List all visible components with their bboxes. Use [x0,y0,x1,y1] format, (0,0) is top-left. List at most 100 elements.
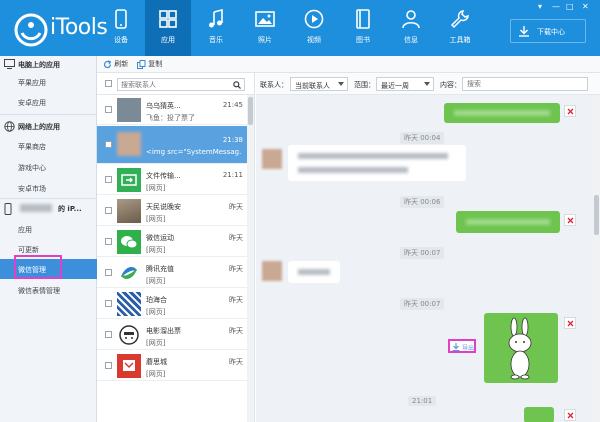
sidebar-item-wechat-stickers[interactable]: 微信表情管理 [0,280,97,300]
phone-icon [115,9,127,29]
window-close-button[interactable]: ✕ [582,2,589,11]
sidebar-item-apple-store[interactable]: 苹果商店 [0,136,97,156]
contact-row[interactable]: 文件传输... 21:11 [网页] [97,165,247,195]
rabbit-sticker-image [508,317,532,380]
contact-name: 乌乌猜英... [146,102,181,110]
outgoing-message-bubble [444,103,560,123]
copy-button[interactable]: 复制 [137,59,162,69]
contact-name: 天民说晚安 [146,203,181,211]
search-icon [233,81,241,89]
tab-device[interactable]: 设备 [98,0,144,56]
contact-time: 21:38 [222,136,243,144]
sidebar-item-android-apps[interactable]: 安卓应用 [0,92,97,112]
chevron-down-icon [338,82,344,86]
contact-row[interactable]: 蘑思城 昨天 [网页] [97,351,247,381]
tab-music[interactable]: 音乐 [193,0,239,56]
close-icon [567,217,574,224]
sidebar-item-label: 安卓市场 [18,185,46,193]
contact-filter-select[interactable]: 当前联系人 [290,77,348,91]
contact-checkbox[interactable] [105,238,112,245]
contact-time: 21:45 [222,101,243,109]
movie-ticket-icon [117,323,141,347]
tab-apps[interactable]: 应用 [145,0,191,56]
content-filter-label: 内容： [440,81,461,89]
contact-name: 腾讯充值 [146,265,174,273]
tab-books-label: 图书 [356,36,370,44]
contact-row[interactable]: 微信运动 昨天 [网页] [97,227,247,257]
contact-chat-avatar [262,149,282,169]
delete-message-button[interactable] [564,409,576,421]
delete-message-button[interactable] [564,105,576,117]
incoming-message-bubble [288,145,466,181]
contact-search-input[interactable] [118,79,228,90]
outgoing-message-bubble [524,407,554,422]
refresh-button[interactable]: 刷新 [103,59,128,69]
contact-name: 微信运动 [146,234,174,242]
window-maximize-button[interactable]: □ [566,2,574,11]
message-timestamp: 21:01 [408,396,437,406]
contact-row[interactable]: 天民说晚安 昨天 [网页] [97,196,247,226]
contact-checkbox[interactable] [105,331,112,338]
tab-info[interactable]: 信息 [388,0,434,56]
tab-toolbox[interactable]: 工具箱 [437,0,483,56]
outgoing-message-bubble [456,211,560,233]
window-minimize-button[interactable]: — [552,2,560,11]
redacted-message-text [454,110,550,116]
tab-video-label: 视频 [307,36,321,44]
contact-list-scrollbar[interactable] [247,95,254,422]
download-icon [519,26,529,37]
photo-icon [255,11,275,27]
contact-row[interactable]: 珀海合 昨天 [网页] [97,289,247,319]
contact-time: 昨天 [229,296,243,304]
tab-books[interactable]: 图书 [340,0,386,56]
tab-photos[interactable]: 照片 [242,0,288,56]
wrench-icon [450,10,469,29]
tencent-recharge-icon [117,261,141,285]
content-search-input[interactable] [463,78,587,90]
sidebar-item-device-apps[interactable]: 应用 [0,219,97,239]
chat-scrollbar[interactable] [593,95,600,422]
contact-row[interactable]: 乌乌猜英... 21:45 飞鱼：投了票了 [97,95,247,125]
sidebar-item-label: 苹果应用 [18,79,46,87]
delete-message-button[interactable] [564,214,576,226]
sidebar-section-device: 的 iP... [0,200,97,216]
close-icon [567,108,574,115]
tab-video[interactable]: 视频 [291,0,337,56]
delete-message-button[interactable] [564,317,576,329]
video-play-icon [304,9,324,29]
contact-last-message: [网页] [146,277,166,285]
contact-checkbox[interactable] [105,176,112,183]
export-sticker-button[interactable]: 导出 [448,339,476,353]
scrollbar-thumb[interactable] [594,195,599,235]
contact-checkbox[interactable] [105,300,112,307]
contact-name: 珀海合 [146,296,167,304]
contact-checkbox[interactable] [105,362,112,369]
contact-time: 昨天 [229,265,243,273]
tab-info-label: 信息 [404,36,418,44]
contact-checkbox[interactable] [105,141,112,148]
message-filter-bar: 联系人： 当前联系人 范围： 最近一周 内容： [256,73,600,95]
sidebar-device-suffix: 的 iP... [58,205,82,213]
contact-row[interactable]: 电影溜出票 昨天 [网页] [97,320,247,350]
contact-row[interactable]: 腾讯充值 昨天 [网页] [97,258,247,288]
range-filter-select[interactable]: 最近一周 [376,77,434,91]
download-center-button[interactable]: 下载中心 [510,19,586,43]
content-search-box [462,77,588,91]
window-menu-button[interactable]: ▾ [538,2,542,11]
contact-last-message: [网页] [146,246,166,254]
contact-checkbox[interactable] [105,207,112,214]
download-center-label: 下载中心 [537,28,565,36]
sidebar-item-android-market[interactable]: 安卓市场 [0,178,97,198]
message-timestamp: 昨天 00:04 [400,132,445,144]
select-all-checkbox[interactable] [105,80,112,87]
contact-checkbox[interactable] [105,106,112,113]
contact-last-message: [网页] [146,215,166,223]
sidebar-item-apple-apps[interactable]: 苹果应用 [0,72,97,92]
sidebar-item-game-center[interactable]: 游戏中心 [0,157,97,177]
tab-music-label: 音乐 [209,36,223,44]
contact-checkbox[interactable] [105,269,112,276]
wechat-sport-icon [117,230,141,254]
chat-history-panel: 昨天 00:04 昨天 00:06 昨天 00:07 昨天 00:07 21:0… [256,95,593,422]
contact-row-selected[interactable]: 21:38 <img src="SystemMessag... [97,126,247,164]
scrollbar-thumb[interactable] [248,97,253,125]
